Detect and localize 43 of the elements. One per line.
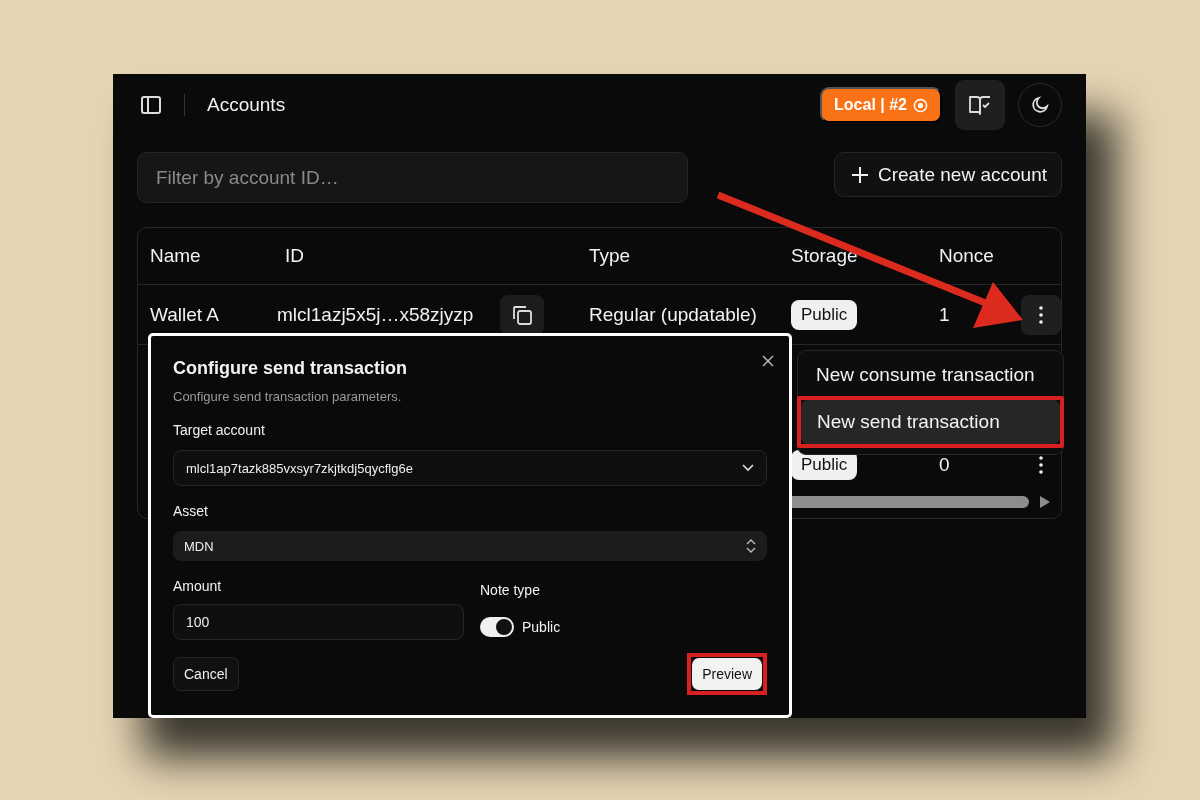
copy-button[interactable]: [500, 294, 545, 335]
chevron-down-icon: [742, 464, 754, 472]
more-vertical-icon: [1039, 455, 1043, 474]
copy-icon: [511, 303, 534, 326]
filter-field[interactable]: Filter by account ID…: [137, 152, 688, 203]
target-account-select[interactable]: mlcl1ap7tazk885vxsyr7zkjtkdj5qycflg6e: [173, 450, 767, 486]
toggle-label: Public: [522, 619, 561, 635]
book-check-icon: [968, 94, 992, 116]
scroll-right-icon[interactable]: [1039, 495, 1051, 510]
docs-button[interactable]: [955, 80, 1005, 130]
sidebar-toggle-icon[interactable]: [140, 94, 162, 116]
asset-select[interactable]: MDN: [173, 531, 767, 561]
field-label: Target account: [173, 422, 266, 438]
row-actions-button[interactable]: [1021, 294, 1061, 335]
column-header: ID: [285, 245, 304, 268]
note-type-toggle[interactable]: [480, 617, 514, 637]
chevrons-up-down-icon: [746, 539, 756, 553]
preview-button[interactable]: Preview: [692, 658, 762, 690]
plus-icon: [851, 165, 869, 184]
table-cell-text: 0: [939, 453, 951, 476]
column-header: Name: [150, 245, 201, 268]
amount-field[interactable]: 100: [173, 604, 464, 640]
table-cell-text: Regular (updatable): [589, 303, 758, 326]
cancel-button[interactable]: Cancel: [173, 657, 239, 691]
field-label: Amount: [173, 578, 223, 594]
dialog-description: Configure send transaction parameters.: [173, 389, 403, 404]
menu-item[interactable]: New consume transaction: [800, 357, 1061, 392]
field-label: Asset: [173, 503, 209, 519]
theme-toggle-button[interactable]: [1018, 83, 1062, 127]
column-header: Nonce: [939, 245, 994, 268]
menu-item[interactable]: New send transaction: [801, 400, 1060, 444]
field-label: Note type: [480, 582, 541, 598]
more-vertical-icon: [1039, 305, 1043, 324]
storage-mode-badge: Public: [791, 299, 858, 330]
page-title: Accounts: [207, 94, 286, 116]
moon-icon: [1030, 95, 1050, 115]
table-cell: mlcl1azj5x5j…x58zjyzp: [277, 303, 474, 326]
create-account-button[interactable]: Create new account: [834, 152, 1062, 197]
table-cell-text: 1: [939, 303, 951, 326]
target-icon: [913, 97, 928, 113]
dialog-title: Configure send transaction: [173, 358, 409, 379]
column-header: Storage: [791, 245, 858, 268]
column-header: Type: [589, 245, 631, 268]
